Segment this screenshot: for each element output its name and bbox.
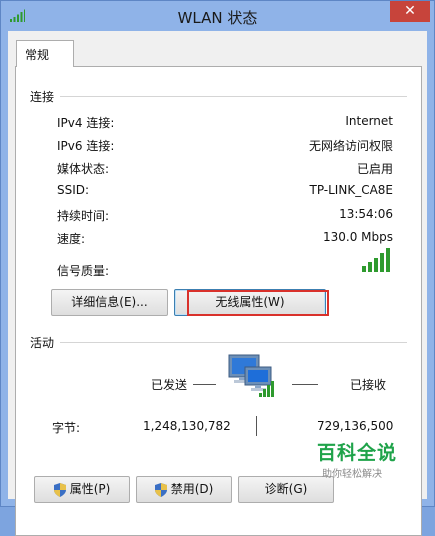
connection-group-label: 连接	[30, 88, 61, 105]
close-icon: ✕	[404, 3, 416, 19]
received-label: 已接收	[350, 378, 387, 392]
watermark-text: 百科全说	[317, 442, 398, 464]
ssid-label: SSID:	[57, 183, 90, 197]
speed-label: 速度:	[57, 232, 86, 246]
uac-shield-icon	[53, 482, 66, 497]
wlan-status-window: WLAN 状态 ✕ 常规 连接 IPv4 连接: Internet IPv6 连…	[0, 0, 435, 536]
ipv6-value: 无网络访问权限	[308, 139, 393, 153]
duration-label: 持续时间:	[57, 209, 110, 223]
speed-value: 130.0 Mbps	[322, 230, 393, 244]
properties-button[interactable]: 属性(P)	[34, 476, 130, 503]
media-state-value: 已启用	[356, 162, 393, 176]
disable-button-label: 禁用(D)	[170, 482, 214, 496]
client-area: 常规 连接 IPv4 连接: Internet IPv6 连接: 无网络访问权限…	[8, 31, 427, 536]
details-button[interactable]: 详细信息(E)...	[51, 289, 168, 316]
duration-value: 13:54:06	[339, 207, 393, 221]
bytes-received-value: 729,136,500	[317, 419, 394, 433]
disable-button[interactable]: 禁用(D)	[136, 476, 232, 503]
media-state-label: 媒体状态:	[57, 162, 110, 176]
tab-general[interactable]: 常规	[16, 40, 74, 67]
signal-strength-icon	[362, 248, 390, 272]
close-button[interactable]: ✕	[390, 1, 430, 22]
uac-shield-icon	[154, 482, 167, 497]
properties-button-label: 属性(P)	[69, 482, 111, 496]
ipv4-label: IPv4 连接:	[57, 116, 115, 130]
sent-dash	[193, 384, 216, 385]
ipv6-label: IPv6 连接:	[57, 139, 115, 153]
sent-label: 已发送	[151, 378, 188, 392]
window-title: WLAN 状态	[177, 9, 258, 27]
connection-divider	[30, 96, 407, 97]
bytes-sent-value: 1,248,130,782	[143, 419, 231, 433]
diagnose-button[interactable]: 诊断(G)	[238, 476, 334, 503]
ipv4-value: Internet	[345, 114, 393, 128]
title-bar[interactable]: WLAN 状态 ✕	[1, 1, 434, 31]
activity-divider	[30, 342, 407, 343]
watermark-subtext: 助你轻松解决	[322, 469, 382, 480]
ssid-value: TP-LINK_CA8E	[309, 183, 393, 197]
bytes-separator	[256, 416, 257, 436]
details-button-label: 详细信息(E)...	[71, 295, 148, 309]
activity-group-label: 活动	[30, 334, 61, 351]
signal-quality-label: 信号质量:	[57, 264, 110, 278]
highlight-box	[187, 290, 329, 316]
bytes-label: 字节:	[52, 421, 81, 435]
network-computers-icon	[228, 354, 274, 397]
diagnose-button-label: 诊断(G)	[264, 482, 308, 496]
tab-general-label: 常规	[25, 48, 50, 62]
received-dash	[292, 384, 318, 385]
